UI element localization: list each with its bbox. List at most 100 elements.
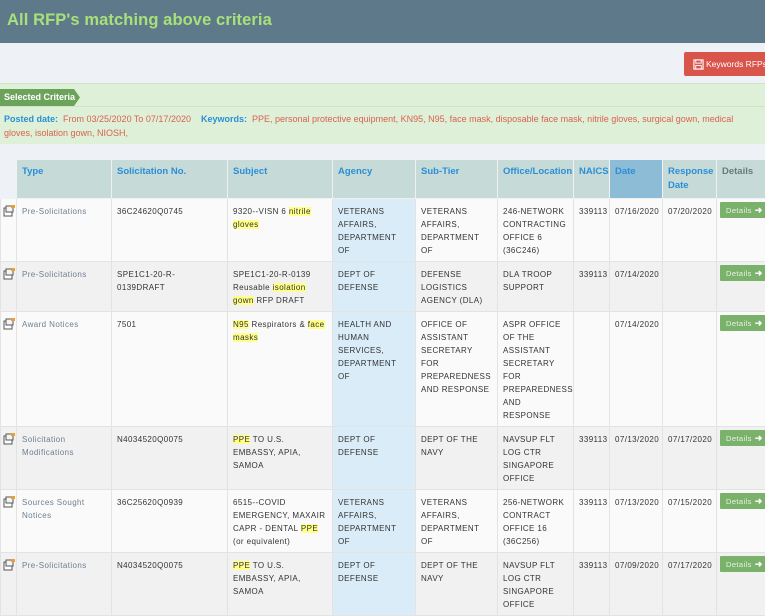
cell-sub-tier: OFFICE OF ASSISTANT SECRETARY FOR PREPAR…: [416, 312, 498, 427]
notice-document-icon[interactable]: [3, 433, 15, 445]
header-office-location[interactable]: Office/Location: [498, 160, 574, 199]
row-icon-cell: [1, 427, 17, 490]
cell-details: Details➜: [717, 490, 765, 553]
header-type[interactable]: Type: [17, 160, 112, 199]
keyword-highlight: N95: [233, 320, 249, 329]
cell-solicitation-no: 36C25620Q0939: [112, 490, 228, 553]
details-button[interactable]: Details➜: [720, 315, 765, 331]
cell-response-date: [663, 312, 717, 427]
header-solicitation-no[interactable]: Solicitation No.: [112, 160, 228, 199]
details-label: Details: [726, 267, 752, 280]
cell-solicitation-no: 36C24620Q0745: [112, 199, 228, 262]
header-agency[interactable]: Agency: [333, 160, 416, 199]
header-subject[interactable]: Subject: [228, 160, 333, 199]
cell-agency: DEPT OF DEFENSE: [333, 262, 416, 312]
cell-office-location: DLA TROOP SUPPORT: [498, 262, 574, 312]
cell-sub-tier: DEPT OF THE NAVY: [416, 427, 498, 490]
arrow-right-icon: ➜: [755, 432, 763, 445]
cell-details: Details➜: [717, 262, 765, 312]
details-label: Details: [726, 317, 752, 330]
cell-office-location: 246-NETWORK CONTRACTING OFFICE 6 (36C246…: [498, 199, 574, 262]
subject-text: Respirators &: [249, 320, 308, 329]
header-sub-tier[interactable]: Sub-Tier: [416, 160, 498, 199]
spacer: [0, 144, 765, 159]
cell-date: 07/14/2020: [610, 312, 663, 427]
arrow-right-icon: ➜: [755, 558, 763, 571]
subject-text: 9320--VISN 6: [233, 207, 289, 216]
cell-office-location: NAVSUP FLT LOG CTR SINGAPORE OFFICE: [498, 553, 574, 616]
arrow-right-icon: ➜: [755, 267, 763, 280]
header-date[interactable]: Date: [610, 160, 663, 199]
cell-office-location: NAVSUP FLT LOG CTR SINGAPORE OFFICE: [498, 427, 574, 490]
header-icon-col: [1, 160, 17, 199]
cell-agency: DEPT OF DEFENSE: [333, 427, 416, 490]
cell-date: 07/16/2020: [610, 199, 663, 262]
cell-details: Details➜: [717, 553, 765, 616]
keywords-rfps-label: Keywords RFPs: [706, 59, 765, 69]
notice-document-icon[interactable]: [3, 559, 15, 571]
details-button[interactable]: Details➜: [720, 202, 765, 218]
criteria-text: Posted date: From 03/25/2020 To 07/17/20…: [4, 112, 759, 140]
header-response-date[interactable]: Response Date: [663, 160, 717, 199]
cell-subject: 6515--COVID EMERGENCY, MAXAIR CAPR - DEN…: [228, 490, 333, 553]
details-label: Details: [726, 204, 752, 217]
cell-naics: [574, 312, 610, 427]
cell-date: 07/14/2020: [610, 262, 663, 312]
notice-document-icon[interactable]: [3, 496, 15, 508]
cell-type: Sources Sought Notices: [17, 490, 112, 553]
arrow-right-icon: ➜: [755, 495, 763, 508]
row-icon-cell: [1, 490, 17, 553]
cell-subject: 9320--VISN 6 nitrile gloves: [228, 199, 333, 262]
cell-type: Solicitation Modifications: [17, 427, 112, 490]
cell-type: Pre-Solicitations: [17, 553, 112, 616]
cell-details: Details➜: [717, 199, 765, 262]
row-icon-cell: [1, 262, 17, 312]
save-icon: [693, 59, 704, 70]
cell-naics: 339113: [574, 199, 610, 262]
cell-sub-tier: VETERANS AFFAIRS, DEPARTMENT OF: [416, 490, 498, 553]
subject-text: RFP DRAFT: [254, 296, 305, 305]
details-button[interactable]: Details➜: [720, 493, 765, 509]
table-row: Pre-SolicitationsSPE1C1-20-R-0139DRAFTSP…: [1, 262, 765, 312]
rfp-table: Type Solicitation No. Subject Agency Sub…: [0, 159, 765, 616]
cell-solicitation-no: N4034520Q0075: [112, 427, 228, 490]
page-title: All RFP's matching above criteria: [7, 11, 272, 30]
cell-response-date: 07/15/2020: [663, 490, 717, 553]
criteria-divider: [0, 106, 765, 107]
keywords-label: Keywords:: [201, 114, 247, 124]
notice-document-icon[interactable]: [3, 268, 15, 280]
details-label: Details: [726, 558, 752, 571]
cell-type: Award Notices: [17, 312, 112, 427]
cell-subject: PPE TO U.S. EMBASSY, APIA, SAMOA: [228, 553, 333, 616]
cell-date: 07/13/2020: [610, 490, 663, 553]
selected-criteria-tag: Selected Criteria: [0, 89, 80, 106]
cell-response-date: [663, 262, 717, 312]
header-naics[interactable]: NAICS: [574, 160, 610, 199]
details-label: Details: [726, 432, 752, 445]
cell-naics: 339113: [574, 553, 610, 616]
cell-agency: VETERANS AFFAIRS, DEPARTMENT OF: [333, 199, 416, 262]
cell-subject: PPE TO U.S. EMBASSY, APIA, SAMOA: [228, 427, 333, 490]
details-button[interactable]: Details➜: [720, 265, 765, 281]
posted-date-value: From 03/25/2020 To 07/17/2020: [63, 114, 191, 124]
cell-type: Pre-Solicitations: [17, 199, 112, 262]
page-header: All RFP's matching above criteria: [0, 0, 765, 43]
header-details: Details: [717, 160, 765, 199]
selected-criteria-panel: Selected Criteria Posted date: From 03/2…: [0, 83, 765, 144]
notice-document-icon[interactable]: [3, 205, 15, 217]
row-icon-cell: [1, 553, 17, 616]
details-label: Details: [726, 495, 752, 508]
details-button[interactable]: Details➜: [720, 430, 765, 446]
arrow-right-icon: ➜: [755, 204, 763, 217]
cell-agency: VETERANS AFFAIRS, DEPARTMENT OF: [333, 490, 416, 553]
notice-document-icon[interactable]: [3, 318, 15, 330]
table-row: Sources Sought Notices36C25620Q09396515-…: [1, 490, 765, 553]
cell-naics: 339113: [574, 427, 610, 490]
cell-solicitation-no: N4034520Q0075: [112, 553, 228, 616]
cell-date: 07/09/2020: [610, 553, 663, 616]
cell-date: 07/13/2020: [610, 427, 663, 490]
cell-details: Details➜: [717, 312, 765, 427]
details-button[interactable]: Details➜: [720, 556, 765, 572]
table-header-row: Type Solicitation No. Subject Agency Sub…: [1, 160, 765, 199]
keywords-rfps-button[interactable]: Keywords RFPs: [684, 52, 765, 76]
